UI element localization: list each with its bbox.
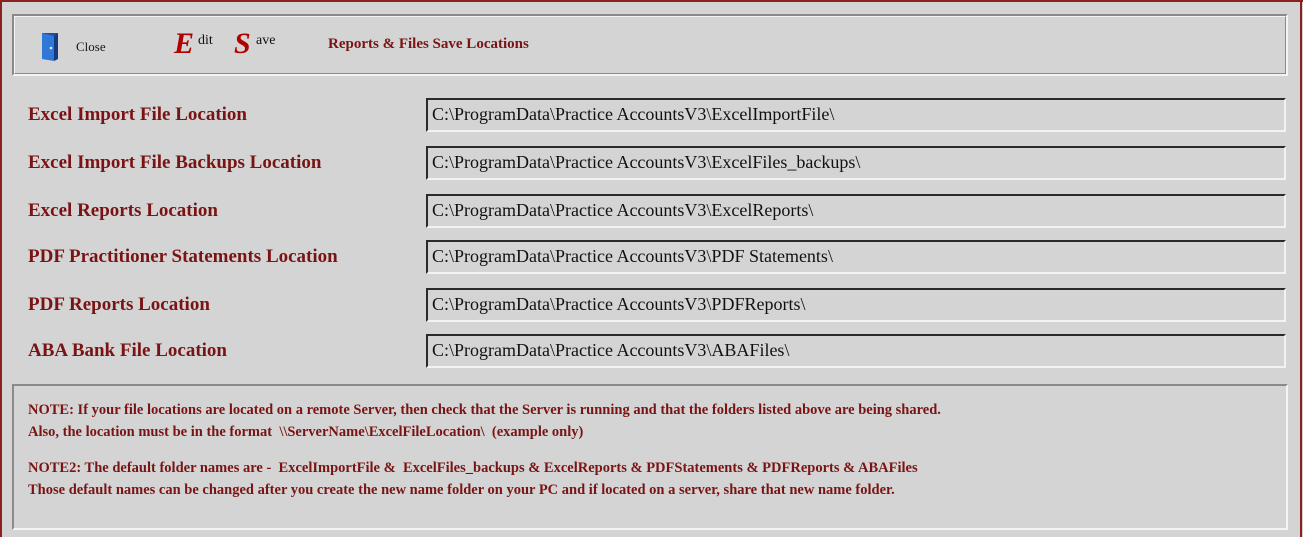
note1-line2: Also, the location must be in the format… (28, 424, 584, 440)
pdf-statements-location-field[interactable]: C:\ProgramData\Practice AccountsV3\PDF S… (426, 240, 1286, 274)
pdf-reports-location-field[interactable]: C:\ProgramData\Practice AccountsV3\PDFRe… (426, 288, 1286, 322)
save-small-text: ave (256, 33, 276, 48)
excel-reports-location-field[interactable]: C:\ProgramData\Practice AccountsV3\Excel… (426, 194, 1286, 228)
notes-panel: NOTE: If your file locations are located… (12, 384, 1288, 530)
note1-line1: NOTE: If your file locations are located… (28, 402, 941, 418)
label-aba-bank-file-location: ABA Bank File Location (28, 340, 227, 361)
label-excel-backups-location: Excel Import File Backups Location (28, 152, 322, 173)
window-frame-left (0, 0, 2, 537)
note2-line1: NOTE2: The default folder names are - Ex… (28, 460, 918, 476)
close-label: Close (76, 39, 106, 54)
label-excel-reports-location: Excel Reports Location (28, 200, 218, 221)
label-pdf-statements-location: PDF Practitioner Statements Location (28, 246, 338, 267)
save-big-letter: S (234, 27, 251, 60)
save-button[interactable]: S ave (234, 28, 296, 60)
window-frame-right (1300, 0, 1302, 537)
excel-import-location-field[interactable]: C:\ProgramData\Practice AccountsV3\Excel… (426, 98, 1286, 132)
note2-line2: Those default names can be changed after… (28, 482, 895, 498)
aba-bank-file-location-field[interactable]: C:\ProgramData\Practice AccountsV3\ABAFi… (426, 334, 1286, 368)
toolbar: Close E dit S ave Reports & Files Save L… (12, 14, 1288, 76)
page-title: Reports & Files Save Locations (328, 36, 529, 52)
close-button[interactable]: Close (40, 31, 130, 61)
label-excel-import-location: Excel Import File Location (28, 104, 247, 125)
excel-backups-location-field[interactable]: C:\ProgramData\Practice AccountsV3\Excel… (426, 146, 1286, 180)
label-pdf-reports-location: PDF Reports Location (28, 294, 210, 315)
edit-button[interactable]: E dit (174, 28, 236, 60)
edit-small-text: dit (198, 33, 213, 48)
edit-big-letter: E (174, 27, 195, 60)
window-frame-top (0, 0, 1303, 2)
door-exit-icon (40, 31, 64, 61)
